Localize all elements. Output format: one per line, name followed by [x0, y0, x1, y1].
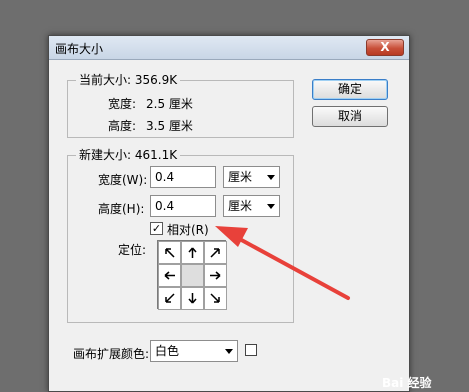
- current-width-value: 2.5 厘米: [146, 97, 193, 111]
- arrow-down-right-icon: [210, 293, 220, 303]
- anchor-bottom-right[interactable]: [204, 287, 227, 310]
- width-unit-select[interactable]: 厘米: [223, 166, 280, 188]
- dialog-title: 画布大小: [55, 42, 104, 56]
- arrow-left-icon: [164, 271, 175, 280]
- checkmark-icon: ✓: [151, 222, 162, 235]
- width-input[interactable]: 0.4: [150, 166, 216, 188]
- ok-button[interactable]: 确定: [312, 79, 388, 100]
- dropdown-arrow-icon: [225, 349, 233, 354]
- title-bar: 画布大小 X: [49, 36, 409, 60]
- anchor-top-right[interactable]: [204, 241, 227, 264]
- anchor-label: 定位:: [118, 243, 147, 257]
- cancel-button[interactable]: 取消: [312, 106, 388, 127]
- arrow-up-right-icon: [210, 248, 220, 258]
- anchor-bottom-left[interactable]: [158, 287, 181, 310]
- current-height-label: 高度:: [108, 119, 137, 133]
- current-width-label: 宽度:: [108, 97, 137, 111]
- current-height-value: 3.5 厘米: [146, 119, 193, 133]
- anchor-center[interactable]: [181, 264, 204, 287]
- anchor-top-left[interactable]: [158, 241, 181, 264]
- close-icon: X: [380, 40, 390, 54]
- new-size-label: 新建大小: 461.1K: [76, 148, 181, 162]
- extension-color-value: 白色: [155, 344, 180, 358]
- extension-color-swatch[interactable]: [245, 344, 257, 356]
- relative-checkbox[interactable]: ✓: [150, 222, 163, 235]
- anchor-left[interactable]: [158, 264, 181, 287]
- relative-label[interactable]: 相对(R): [167, 221, 209, 238]
- anchor-bottom[interactable]: [181, 287, 204, 310]
- height-unit-select[interactable]: 厘米: [223, 195, 280, 217]
- close-button[interactable]: X: [366, 39, 404, 56]
- width-unit-value: 厘米: [228, 170, 253, 184]
- arrow-up-icon: [188, 247, 197, 258]
- height-unit-value: 厘米: [228, 199, 253, 213]
- arrow-up-left-icon: [165, 248, 175, 258]
- extension-color-select[interactable]: 白色: [150, 340, 238, 362]
- arrow-down-left-icon: [165, 293, 175, 303]
- anchor-right[interactable]: [204, 264, 227, 287]
- dropdown-arrow-icon: [267, 204, 275, 209]
- dropdown-arrow-icon: [267, 175, 275, 180]
- height-input[interactable]: 0.4: [150, 195, 216, 217]
- new-height-label: 高度(H):: [98, 202, 145, 216]
- anchor-grid: [157, 240, 227, 310]
- anchor-top[interactable]: [181, 241, 204, 264]
- extension-color-label: 画布扩展颜色:: [73, 347, 150, 361]
- new-width-label: 宽度(W):: [98, 173, 148, 187]
- arrow-down-icon: [188, 293, 197, 304]
- arrow-right-icon: [210, 271, 221, 280]
- current-size-label: 当前大小: 356.9K: [76, 73, 181, 87]
- watermark: Bai 经验: [382, 376, 432, 390]
